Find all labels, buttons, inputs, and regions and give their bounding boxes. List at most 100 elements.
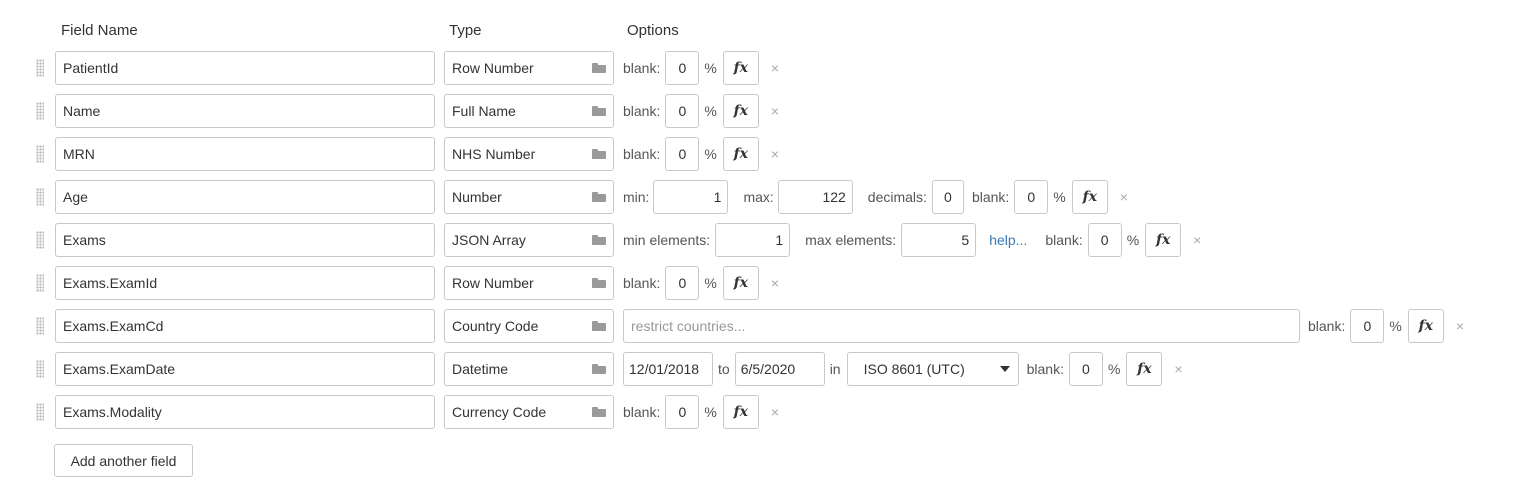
- folder-icon: [592, 63, 606, 73]
- field-type-selector[interactable]: Currency Code: [444, 395, 614, 429]
- field-type-label: Currency Code: [452, 404, 547, 420]
- drag-handle-icon[interactable]: [36, 145, 44, 163]
- drag-handle-icon[interactable]: [36, 360, 44, 378]
- drag-handle-icon[interactable]: [36, 59, 44, 77]
- blank-percent-input[interactable]: [1068, 352, 1103, 386]
- remove-field-icon[interactable]: ×: [771, 103, 779, 119]
- remove-field-icon[interactable]: ×: [1120, 189, 1128, 205]
- folder-icon: [592, 364, 606, 374]
- field-options: min elements: max elements: help... blan…: [623, 223, 1201, 257]
- percent-label: %: [1053, 189, 1066, 205]
- field-row: Datetime to in ISO 8601 (UTC) blank: % f…: [0, 352, 1526, 388]
- field-name-input[interactable]: [55, 309, 435, 343]
- remove-field-icon[interactable]: ×: [771, 275, 779, 291]
- field-row: Row Number blank: % fx ×: [0, 266, 1526, 302]
- field-name-input[interactable]: [55, 266, 435, 300]
- date-format-select[interactable]: ISO 8601 (UTC): [846, 352, 1019, 386]
- blank-percent-input[interactable]: [665, 51, 700, 85]
- field-name-input[interactable]: [55, 94, 435, 128]
- remove-field-icon[interactable]: ×: [771, 60, 779, 76]
- field-options: min: max: decimals: blank: % fx ×: [623, 180, 1128, 214]
- blank-label: blank:: [1026, 361, 1064, 377]
- drag-handle-icon[interactable]: [36, 231, 44, 249]
- field-type-selector[interactable]: Datetime: [444, 352, 614, 386]
- date-from-input[interactable]: [623, 352, 713, 386]
- drag-handle-icon[interactable]: [36, 188, 44, 206]
- blank-percent-input[interactable]: [665, 266, 700, 300]
- remove-field-icon[interactable]: ×: [1174, 361, 1182, 377]
- drag-handle-icon[interactable]: [36, 403, 44, 421]
- blank-percent-input[interactable]: [1087, 223, 1122, 257]
- min-elements-input[interactable]: [715, 223, 791, 257]
- field-type-selector[interactable]: Row Number: [444, 51, 614, 85]
- drag-handle-icon[interactable]: [36, 102, 44, 120]
- blank-label: blank:: [971, 189, 1010, 205]
- field-type-label: Datetime: [452, 361, 509, 377]
- formula-button[interactable]: fx: [1407, 309, 1444, 343]
- min-elements-label: min elements:: [623, 232, 711, 248]
- folder-icon: [592, 149, 606, 159]
- formula-button[interactable]: fx: [722, 51, 759, 85]
- percent-label: %: [1107, 361, 1121, 377]
- percent-label: %: [704, 275, 717, 291]
- formula-button[interactable]: fx: [1145, 223, 1182, 257]
- field-type-selector[interactable]: JSON Array: [444, 223, 614, 257]
- folder-icon: [592, 235, 606, 245]
- folder-icon: [592, 106, 606, 116]
- max-label: max:: [743, 189, 774, 205]
- max-elements-input[interactable]: [901, 223, 977, 257]
- field-type-label: Number: [452, 189, 502, 205]
- min-label: min:: [623, 189, 650, 205]
- formula-button[interactable]: fx: [1071, 180, 1108, 214]
- percent-label: %: [704, 146, 717, 162]
- formula-button[interactable]: fx: [722, 395, 759, 429]
- folder-icon: [592, 192, 606, 202]
- blank-percent-input[interactable]: [665, 137, 700, 171]
- remove-field-icon[interactable]: ×: [1193, 232, 1201, 248]
- blank-percent-input[interactable]: [665, 395, 700, 429]
- date-to-input[interactable]: [734, 352, 825, 386]
- min-input[interactable]: [653, 180, 729, 214]
- to-label: to: [718, 361, 730, 377]
- restrict-countries-input[interactable]: [623, 309, 1300, 343]
- remove-field-icon[interactable]: ×: [771, 404, 779, 420]
- formula-button[interactable]: fx: [722, 266, 759, 300]
- header-type: Type: [449, 22, 482, 39]
- field-name-input[interactable]: [55, 51, 435, 85]
- header-options: Options: [627, 22, 679, 39]
- add-another-field-button[interactable]: Add another field: [54, 444, 193, 477]
- field-type-selector[interactable]: NHS Number: [444, 137, 614, 171]
- formula-button[interactable]: fx: [1126, 352, 1163, 386]
- field-options: blank: % fx ×: [623, 266, 779, 300]
- field-name-input[interactable]: [55, 395, 435, 429]
- blank-percent-input[interactable]: [1350, 309, 1385, 343]
- field-row: Row Number blank: % fx ×: [0, 51, 1526, 87]
- field-type-label: Country Code: [452, 318, 539, 334]
- remove-field-icon[interactable]: ×: [1456, 318, 1464, 334]
- field-options: blank: % fx ×: [623, 51, 779, 85]
- remove-field-icon[interactable]: ×: [771, 146, 779, 162]
- drag-handle-icon[interactable]: [36, 274, 44, 292]
- field-options: blank: % fx ×: [623, 94, 779, 128]
- field-name-input[interactable]: [55, 352, 435, 386]
- blank-label: blank:: [623, 146, 661, 162]
- field-type-selector[interactable]: Country Code: [444, 309, 614, 343]
- in-label: in: [829, 361, 841, 377]
- decimals-input[interactable]: [931, 180, 964, 214]
- field-type-selector[interactable]: Row Number: [444, 266, 614, 300]
- formula-button[interactable]: fx: [722, 94, 759, 128]
- blank-percent-input[interactable]: [1014, 180, 1049, 214]
- field-type-selector[interactable]: Number: [444, 180, 614, 214]
- field-row: JSON Array min elements: max elements: h…: [0, 223, 1526, 259]
- field-name-input[interactable]: [55, 137, 435, 171]
- max-input[interactable]: [777, 180, 853, 214]
- field-type-label: JSON Array: [452, 232, 526, 248]
- help-link[interactable]: help...: [989, 232, 1027, 248]
- field-name-input[interactable]: [55, 223, 435, 257]
- decimals-label: decimals:: [867, 189, 927, 205]
- field-name-input[interactable]: [55, 180, 435, 214]
- blank-percent-input[interactable]: [665, 94, 700, 128]
- field-type-selector[interactable]: Full Name: [444, 94, 614, 128]
- drag-handle-icon[interactable]: [36, 317, 44, 335]
- formula-button[interactable]: fx: [722, 137, 759, 171]
